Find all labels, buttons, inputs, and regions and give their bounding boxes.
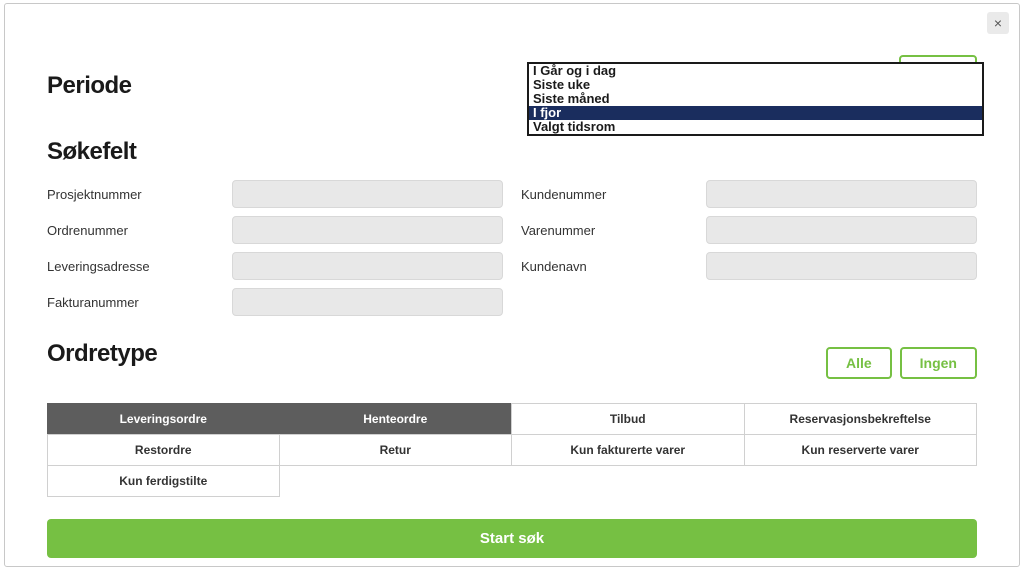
alle-button[interactable]: Alle xyxy=(826,347,892,379)
start-sok-button[interactable]: Start søk xyxy=(47,519,977,558)
sokefelt-heading: Søkefelt xyxy=(47,138,977,166)
dropdown-item-3[interactable]: I fjor xyxy=(529,106,982,120)
periode-dropdown[interactable]: I Går og i dag Siste uke Siste måned I f… xyxy=(527,62,984,136)
label-kundenavn: Kundenavn xyxy=(521,259,706,274)
ordretype-buttons: Alle Ingen xyxy=(826,347,977,379)
type-tilbud[interactable]: Tilbud xyxy=(511,403,745,435)
type-henteordre[interactable]: Henteordre xyxy=(279,403,513,435)
type-reservasjonsbekreftelse[interactable]: Reservasjonsbekreftelse xyxy=(744,403,978,435)
input-leveringsadresse[interactable] xyxy=(232,252,503,280)
label-ordrenummer: Ordrenummer xyxy=(47,223,232,238)
ordretype-grid-row2: Restordre Retur Kun fakturerte varer Kun… xyxy=(47,435,977,466)
field-ordrenummer: Ordrenummer xyxy=(47,216,503,244)
field-leveringsadresse: Leveringsadresse xyxy=(47,252,503,280)
field-prosjektnummer: Prosjektnummer xyxy=(47,180,503,208)
sokefelt-grid: Prosjektnummer Kundenummer Ordrenummer V… xyxy=(47,180,977,316)
ordretype-row: Ordretype Alle Ingen xyxy=(47,340,977,386)
dropdown-item-2[interactable]: Siste måned xyxy=(529,92,982,106)
input-prosjektnummer[interactable] xyxy=(232,180,503,208)
input-kundenavn[interactable] xyxy=(706,252,977,280)
label-fakturanummer: Fakturanummer xyxy=(47,295,232,310)
label-varenummer: Varenummer xyxy=(521,223,706,238)
ingen-button[interactable]: Ingen xyxy=(900,347,977,379)
ordretype-heading: Ordretype xyxy=(47,340,157,368)
label-prosjektnummer: Prosjektnummer xyxy=(47,187,232,202)
type-kun-ferdigstilte[interactable]: Kun ferdigstilte xyxy=(47,465,280,497)
label-kundenummer: Kundenummer xyxy=(521,187,706,202)
modal: × I Går og i dag Siste uke Siste måned I… xyxy=(4,3,1020,567)
type-kun-reserverte[interactable]: Kun reserverte varer xyxy=(744,434,978,466)
input-kundenummer[interactable] xyxy=(706,180,977,208)
label-leveringsadresse: Leveringsadresse xyxy=(47,259,232,274)
field-kundenavn: Kundenavn xyxy=(521,252,977,280)
dropdown-item-0[interactable]: I Går og i dag xyxy=(529,64,982,78)
close-button[interactable]: × xyxy=(987,12,1009,34)
field-kundenummer: Kundenummer xyxy=(521,180,977,208)
dropdown-item-1[interactable]: Siste uke xyxy=(529,78,982,92)
field-varenummer: Varenummer xyxy=(521,216,977,244)
input-ordrenummer[interactable] xyxy=(232,216,503,244)
type-restordre[interactable]: Restordre xyxy=(47,434,280,466)
type-leveringsordre[interactable]: Leveringsordre xyxy=(47,403,280,435)
close-icon: × xyxy=(994,16,1002,30)
dropdown-item-4[interactable]: Valgt tidsrom xyxy=(529,120,982,134)
type-kun-fakturerte[interactable]: Kun fakturerte varer xyxy=(511,434,745,466)
ordretype-grid-row3: Kun ferdigstilte xyxy=(47,466,977,497)
ordretype-grid-row1: Leveringsordre Henteordre Tilbud Reserva… xyxy=(47,404,977,435)
field-fakturanummer: Fakturanummer xyxy=(47,288,503,316)
type-retur[interactable]: Retur xyxy=(279,434,513,466)
input-fakturanummer[interactable] xyxy=(232,288,503,316)
input-varenummer[interactable] xyxy=(706,216,977,244)
